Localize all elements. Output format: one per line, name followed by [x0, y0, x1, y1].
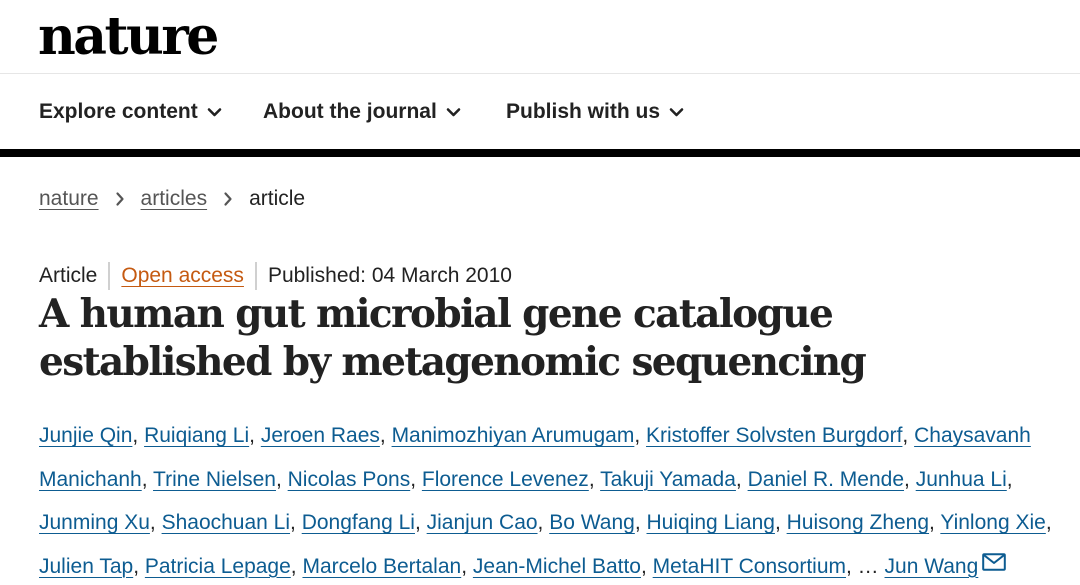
header-rule — [0, 149, 1080, 157]
breadcrumb-link-nature[interactable]: nature — [39, 187, 99, 211]
nav-explore-content[interactable]: Explore content — [39, 75, 222, 149]
author-link[interactable]: Jianjun Cao — [427, 511, 538, 534]
author-link[interactable]: Daniel R. Mende — [748, 468, 904, 491]
author-link[interactable]: Huiqing Liang — [647, 511, 775, 534]
author-link[interactable]: Junhua Li — [916, 468, 1007, 491]
author-link[interactable]: MetaHIT Consortium — [653, 555, 846, 578]
breadcrumb-link-articles[interactable]: articles — [141, 187, 208, 211]
breadcrumb-current: article — [249, 187, 306, 210]
chevron-down-icon — [669, 105, 684, 120]
author-link[interactable]: Dongfang Li — [302, 511, 415, 534]
article-meta: Article Open access Published: 04 March … — [39, 261, 512, 291]
nav-publish-with-us[interactable]: Publish with us — [506, 75, 684, 149]
author-link[interactable]: Ruiqiang Li — [144, 424, 249, 447]
author-link[interactable]: Yinlong Xie — [940, 511, 1045, 534]
main-nav: Explore content About the journal Publis… — [0, 75, 1080, 149]
nav-label: About the journal — [263, 100, 437, 123]
open-access-link[interactable]: Open access — [121, 264, 244, 288]
author-link[interactable]: Trine Nielsen — [153, 468, 276, 491]
author-link[interactable]: Bo Wang — [549, 511, 635, 534]
breadcrumb: nature articles article — [39, 184, 305, 214]
author-link[interactable]: Junming Xu — [39, 511, 150, 534]
article-title: A human gut microbial gene catalogue est… — [39, 291, 867, 385]
author-link[interactable]: Nicolas Pons — [288, 468, 411, 491]
nav-label: Publish with us — [506, 100, 661, 123]
chevron-right-icon — [216, 191, 240, 207]
author-link[interactable]: Manimozhiyan Arumugam — [392, 424, 635, 447]
author-list: Junjie Qin, Ruiqiang Li, Jeroen Raes, Ma… — [39, 424, 1052, 578]
chevron-down-icon — [446, 105, 461, 120]
author-link[interactable]: Shaochuan Li — [162, 511, 290, 534]
author-link[interactable]: Patricia Lepage — [145, 555, 291, 578]
author-link[interactable]: Takuji Yamada — [600, 468, 736, 491]
mail-icon[interactable] — [982, 552, 1007, 571]
author-link[interactable]: Junjie Qin — [39, 424, 132, 447]
author-link[interactable]: Jeroen Raes — [261, 424, 380, 447]
nature-logo[interactable]: nature — [38, 8, 219, 66]
nav-label: Explore content — [39, 100, 198, 123]
published-date: Published: 04 March 2010 — [267, 264, 512, 287]
author-link[interactable]: Marcelo Bertalan — [302, 555, 461, 578]
author-link[interactable]: Huisong Zheng — [787, 511, 929, 534]
author-link[interactable]: Julien Tap — [39, 555, 133, 578]
chevron-right-icon — [108, 191, 132, 207]
author-link-corresponding[interactable]: Jun Wang — [885, 555, 979, 578]
authors-ellipsis: … — [857, 554, 879, 578]
logo-bar: nature — [0, 0, 1080, 74]
article-type: Article — [39, 264, 98, 287]
author-link[interactable]: Kristoffer Solvsten Burgdorf — [646, 424, 902, 447]
chevron-down-icon — [207, 105, 222, 120]
nav-about-journal[interactable]: About the journal — [263, 75, 461, 149]
author-link[interactable]: Florence Levenez — [422, 468, 589, 491]
divider — [108, 262, 111, 290]
divider — [254, 262, 257, 290]
author-link[interactable]: Jean-Michel Batto — [473, 555, 641, 578]
